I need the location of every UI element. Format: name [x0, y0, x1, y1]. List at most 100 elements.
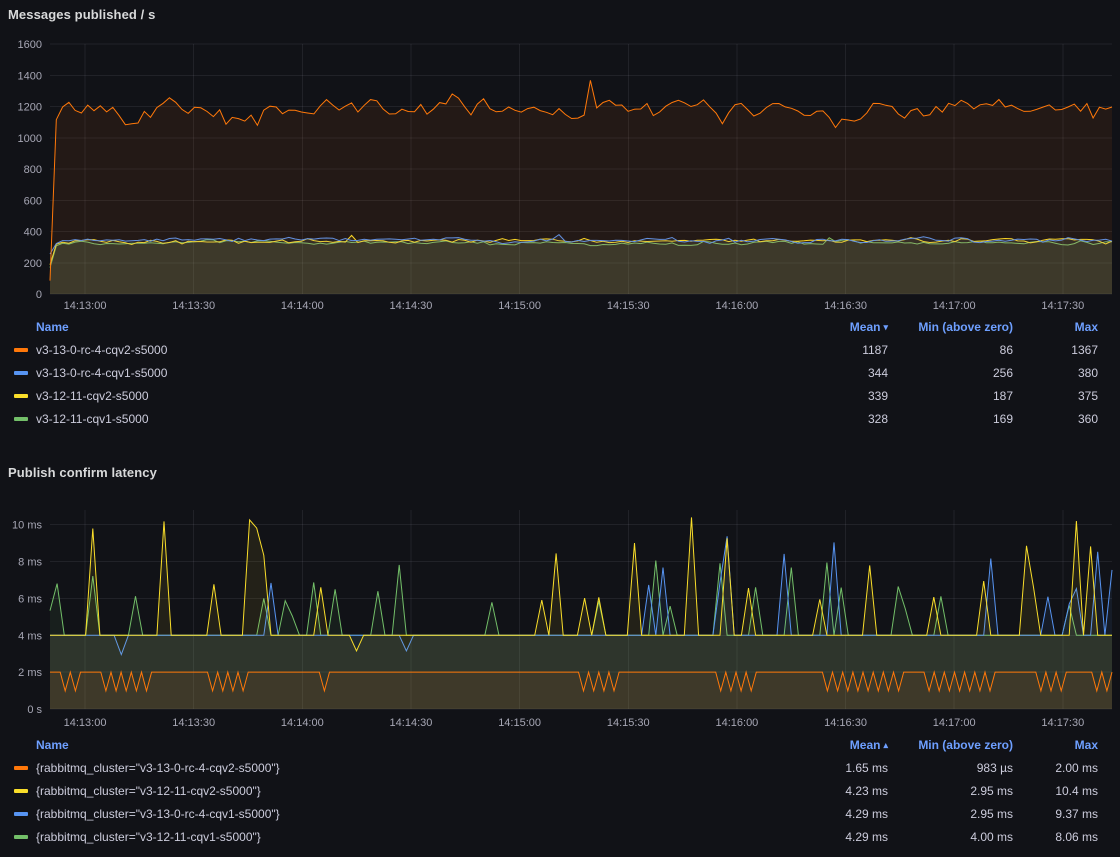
legend-mean-value: 4.23 ms — [778, 784, 888, 798]
x-axis-label: 14:15:00 — [498, 300, 541, 312]
legend-mean-value: 339 — [778, 389, 888, 403]
legend-col-max[interactable]: Max — [1013, 320, 1098, 334]
legend-max-value: 10.4 ms — [1013, 784, 1098, 798]
series-color-swatch[interactable] — [14, 812, 28, 816]
series-name-link[interactable]: {rabbitmq_cluster="v3-13-0-rc-4-cqv1-s50… — [36, 807, 280, 821]
panel-messages-published: Messages published / s 02004006008001000… — [0, 0, 1120, 430]
legend-mean-value: 344 — [778, 366, 888, 380]
series-color-swatch[interactable] — [14, 394, 28, 398]
y-axis-label: 1400 — [18, 70, 42, 82]
sort-caret-icon: ▴ — [883, 740, 888, 750]
legend-row[interactable]: v3-12-11-cqv1-s5000 328 169 360 — [14, 407, 1098, 430]
series-name-link[interactable]: v3-12-11-cqv2-s5000 — [36, 389, 149, 403]
legend-col-max[interactable]: Max — [1013, 738, 1098, 752]
x-axis-label: 14:16:00 — [715, 300, 758, 312]
legend-max-value: 8.06 ms — [1013, 830, 1098, 844]
x-axis-label: 14:14:30 — [390, 300, 433, 312]
legend-row[interactable]: v3-13-0-rc-4-cqv1-s5000 344 256 380 — [14, 361, 1098, 384]
legend-row[interactable]: {rabbitmq_cluster="v3-12-11-cqv2-s5000"}… — [14, 779, 1098, 802]
series-name-link[interactable]: v3-13-0-rc-4-cqv2-s5000 — [36, 343, 167, 357]
legend-name-cell: v3-12-11-cqv2-s5000 — [14, 389, 778, 403]
y-axis-label: 400 — [24, 227, 42, 239]
x-axis-label: 14:15:00 — [498, 717, 541, 729]
legend-mean-value: 1.65 ms — [778, 761, 888, 775]
x-axis-label: 14:13:30 — [172, 300, 215, 312]
legend-col-name[interactable]: Name — [14, 738, 778, 752]
y-axis-label: 6 ms — [18, 593, 42, 605]
x-axis-label: 14:17:30 — [1041, 300, 1084, 312]
y-axis-label: 1200 — [18, 102, 42, 114]
series-color-swatch[interactable] — [14, 417, 28, 421]
legend-col-name[interactable]: Name — [14, 320, 778, 334]
legend-max-value: 380 — [1013, 366, 1098, 380]
legend-min-value: 4.00 ms — [888, 830, 1013, 844]
series-color-swatch[interactable] — [14, 835, 28, 839]
legend-min-value: 2.95 ms — [888, 807, 1013, 821]
legend-name-cell: v3-13-0-rc-4-cqv2-s5000 — [14, 343, 778, 357]
publish-confirm-latency-chart[interactable]: 0 s2 ms4 ms6 ms8 ms10 ms14:13:0014:13:30… — [0, 484, 1120, 734]
series-area — [50, 80, 1112, 294]
legend-min-value: 187 — [888, 389, 1013, 403]
series-name-link[interactable]: v3-13-0-rc-4-cqv1-s5000 — [36, 366, 167, 380]
legend-table: Name Mean▾ Min (above zero) Max v3-13-0-… — [0, 316, 1120, 430]
y-axis-label: 0 — [36, 289, 42, 301]
legend-min-value: 256 — [888, 366, 1013, 380]
legend-name-cell: v3-12-11-cqv1-s5000 — [14, 412, 778, 426]
messages-published-chart[interactable]: 0200400600800100012001400160014:13:0014:… — [0, 26, 1120, 316]
legend-row[interactable]: {rabbitmq_cluster="v3-13-0-rc-4-cqv2-s50… — [14, 756, 1098, 779]
legend-name-cell: v3-13-0-rc-4-cqv1-s5000 — [14, 366, 778, 380]
legend-row[interactable]: v3-12-11-cqv2-s5000 339 187 375 — [14, 384, 1098, 407]
series-name-link[interactable]: {rabbitmq_cluster="v3-12-11-cqv1-s5000"} — [36, 830, 261, 844]
legend-col-mean-label: Mean — [850, 320, 881, 334]
legend-header: Name Mean▴ Min (above zero) Max — [14, 734, 1098, 756]
y-axis-label: 1000 — [18, 133, 42, 145]
series-name-link[interactable]: {rabbitmq_cluster="v3-12-11-cqv2-s5000"} — [36, 784, 261, 798]
panel-title[interactable]: Messages published / s — [0, 0, 1120, 26]
x-axis-label: 14:16:30 — [824, 300, 867, 312]
x-axis-label: 14:16:00 — [715, 717, 758, 729]
legend-min-value: 2.95 ms — [888, 784, 1013, 798]
legend-min-value: 983 µs — [888, 761, 1013, 775]
series-color-swatch[interactable] — [14, 766, 28, 770]
legend-name-cell: {rabbitmq_cluster="v3-12-11-cqv1-s5000"} — [14, 830, 778, 844]
legend-max-value: 360 — [1013, 412, 1098, 426]
legend-col-mean[interactable]: Mean▾ — [778, 320, 888, 334]
legend-name-cell: {rabbitmq_cluster="v3-13-0-rc-4-cqv1-s50… — [14, 807, 778, 821]
x-axis-label: 14:13:30 — [172, 717, 215, 729]
x-axis-label: 14:14:00 — [281, 300, 324, 312]
panel-publish-confirm-latency: Publish confirm latency 0 s2 ms4 ms6 ms8… — [0, 458, 1120, 848]
legend-row[interactable]: {rabbitmq_cluster="v3-12-11-cqv1-s5000"}… — [14, 825, 1098, 848]
legend-col-min[interactable]: Min (above zero) — [888, 320, 1013, 334]
legend-max-value: 1367 — [1013, 343, 1098, 357]
y-axis-label: 8 ms — [18, 557, 42, 569]
sort-caret-icon: ▾ — [883, 322, 888, 332]
series-name-link[interactable]: v3-12-11-cqv1-s5000 — [36, 412, 149, 426]
legend-header: Name Mean▾ Min (above zero) Max — [14, 316, 1098, 338]
y-axis-label: 10 ms — [12, 520, 42, 532]
panel-title[interactable]: Publish confirm latency — [0, 458, 1120, 484]
legend-max-value: 2.00 ms — [1013, 761, 1098, 775]
y-axis-label: 1600 — [18, 39, 42, 51]
legend-min-value: 169 — [888, 412, 1013, 426]
legend-mean-value: 4.29 ms — [778, 830, 888, 844]
x-axis-label: 14:15:30 — [607, 300, 650, 312]
y-axis-label: 2 ms — [18, 667, 42, 679]
series-name-link[interactable]: {rabbitmq_cluster="v3-13-0-rc-4-cqv2-s50… — [36, 761, 280, 775]
legend-row[interactable]: v3-13-0-rc-4-cqv2-s5000 1187 86 1367 — [14, 338, 1098, 361]
y-axis-label: 600 — [24, 195, 42, 207]
series-color-swatch[interactable] — [14, 789, 28, 793]
x-axis-label: 14:16:30 — [824, 717, 867, 729]
legend-row[interactable]: {rabbitmq_cluster="v3-13-0-rc-4-cqv1-s50… — [14, 802, 1098, 825]
x-axis-label: 14:14:00 — [281, 717, 324, 729]
legend-mean-value: 1187 — [778, 343, 888, 357]
series-color-swatch[interactable] — [14, 371, 28, 375]
series-color-swatch[interactable] — [14, 348, 28, 352]
legend-max-value: 9.37 ms — [1013, 807, 1098, 821]
y-axis-label: 200 — [24, 258, 42, 270]
legend-min-value: 86 — [888, 343, 1013, 357]
dashboard: Messages published / s 02004006008001000… — [0, 0, 1120, 848]
x-axis-label: 14:17:00 — [933, 300, 976, 312]
legend-col-mean[interactable]: Mean▴ — [778, 738, 888, 752]
x-axis-label: 14:14:30 — [390, 717, 433, 729]
legend-col-min[interactable]: Min (above zero) — [888, 738, 1013, 752]
